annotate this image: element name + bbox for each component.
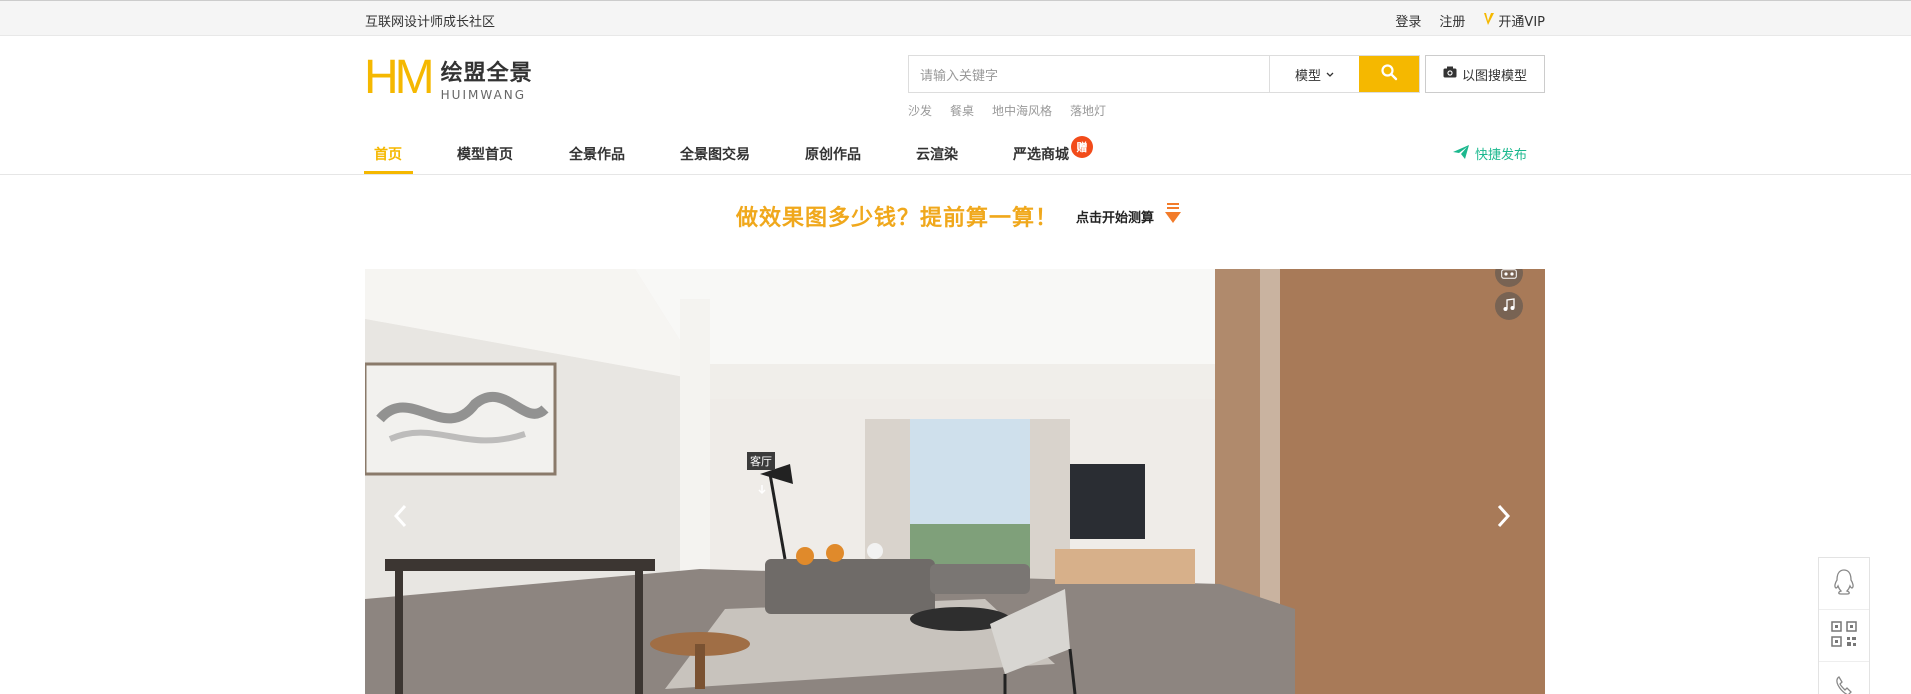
nav-panorama-works[interactable]: 全景作品 [569, 144, 625, 164]
search-category-label: 模型 [1294, 68, 1321, 84]
site-slogan: 互联网设计师成长社区 [365, 15, 496, 30]
floating-toolbar [1818, 557, 1870, 694]
site-logo[interactable]: HM 绘盟全景 HUIMWANG [364, 54, 533, 102]
arrow-down-icon [1164, 203, 1182, 229]
hot-word[interactable]: 地中海风格 [992, 102, 1052, 119]
qq-icon [1832, 568, 1856, 600]
register-link[interactable]: 注册 [1439, 11, 1465, 30]
image-search-label: 以图搜模型 [1461, 68, 1527, 84]
page: 互联网设计师成长社区 登录 注册 开通VIP HM 绘盟全景 HUIMWANG … [0, 0, 1911, 694]
hotspot-pointer-icon [757, 483, 767, 502]
search-box: 请输入关键字 模型 [908, 55, 1420, 93]
account-links: 登录 注册 开通VIP [1395, 11, 1545, 30]
nav-mall[interactable]: 严选商城 赠 [1013, 136, 1093, 164]
top-bar: 互联网设计师成长社区 登录 注册 开通VIP [0, 0, 1911, 36]
logo-mark: HM [364, 51, 435, 104]
music-icon [1502, 297, 1516, 316]
vip-link[interactable]: 开通VIP [1483, 11, 1545, 30]
nav-original-works[interactable]: 原创作品 [805, 144, 861, 164]
quick-publish-label: 快捷发布 [1474, 148, 1527, 163]
nav-panorama-trade[interactable]: 全景图交易 [680, 144, 750, 164]
qr-code-button[interactable] [1819, 610, 1869, 662]
main-nav: 首页 模型首页 全景作品 全景图交易 原创作品 云渲染 严选商城 赠 快捷发布 [0, 136, 1911, 175]
chevron-right-icon [1495, 504, 1511, 532]
quick-publish-link[interactable]: 快捷发布 [1452, 144, 1527, 163]
vip-icon [1483, 12, 1495, 30]
search-button[interactable] [1359, 56, 1419, 92]
promo-cta[interactable]: 点击开始测算 [1076, 207, 1154, 226]
nav-models[interactable]: 模型首页 [457, 144, 513, 164]
vip-label: 开通VIP [1498, 15, 1545, 30]
qq-service-button[interactable] [1819, 558, 1869, 610]
nav-active-indicator [364, 171, 413, 174]
gift-badge: 赠 [1071, 136, 1093, 158]
slide-next-button[interactable] [1495, 504, 1511, 532]
living-room-image [365, 269, 1545, 694]
phone-icon [1834, 675, 1854, 694]
search-icon [1380, 63, 1398, 85]
image-search-button[interactable]: 以图搜模型 [1425, 55, 1545, 93]
hot-word[interactable]: 沙发 [908, 102, 932, 119]
nav-home[interactable]: 首页 [374, 144, 402, 164]
chevron-down-icon [1326, 67, 1334, 82]
music-toggle-button[interactable] [1495, 292, 1523, 320]
slide-prev-button[interactable] [393, 504, 409, 532]
hot-word[interactable]: 餐桌 [950, 102, 974, 119]
search-category-select[interactable]: 模型 [1269, 56, 1359, 92]
qr-code-icon [1831, 620, 1857, 651]
vr-icon [1501, 269, 1517, 283]
camera-icon [1443, 66, 1457, 82]
logo-name: 绘盟全景 [440, 60, 533, 86]
chevron-left-icon [393, 504, 409, 532]
room-hotspot-living-room[interactable]: 客厅 [747, 452, 775, 470]
hero-banner[interactable]: 客厅 [365, 269, 1545, 694]
promo-headline: 做效果图多少钱？提前算一算！ [736, 206, 1059, 231]
hot-word[interactable]: 落地灯 [1070, 102, 1106, 119]
login-link[interactable]: 登录 [1395, 11, 1421, 30]
logo-name-en: HUIMWANG [440, 87, 527, 102]
nav-cloud-render[interactable]: 云渲染 [916, 144, 958, 164]
hot-words: 沙发 餐桌 地中海风格 落地灯 [908, 102, 1106, 119]
cost-estimate-promo[interactable]: 做效果图多少钱？提前算一算！ 点击开始测算 [736, 200, 1182, 232]
search-input[interactable]: 请输入关键字 [909, 56, 1269, 92]
phone-button[interactable] [1819, 662, 1869, 694]
nav-mall-label: 严选商城 [1013, 147, 1069, 163]
paper-plane-icon [1452, 144, 1469, 163]
